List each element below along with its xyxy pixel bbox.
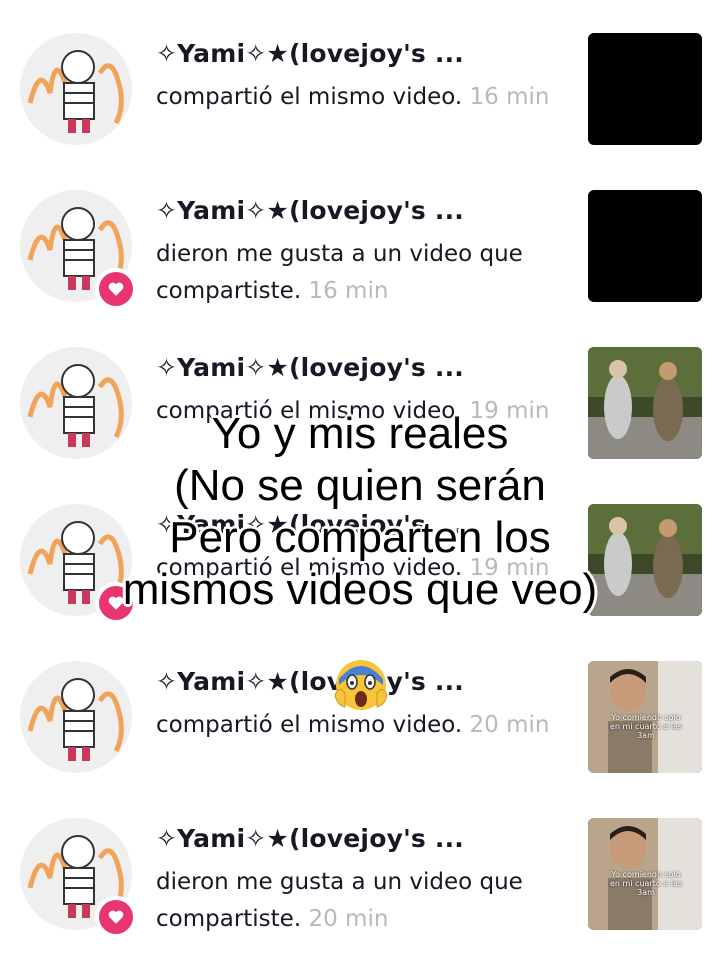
thumbnail-caption: Yo comiendo solo en mi cuarto a las 3am bbox=[609, 870, 683, 897]
caption-overlay: Yo y mis reales (No se quien serán Pero … bbox=[0, 408, 720, 616]
notification-row[interactable]: ✧Yami✧★(lovejoy's ... dieron me gusta a … bbox=[0, 190, 720, 340]
timestamp: 16 min bbox=[308, 278, 389, 304]
timestamp: 20 min bbox=[469, 712, 550, 738]
thumbnail-caption: Yo comiendo solo en mi cuarto a las 3am bbox=[609, 713, 683, 740]
video-thumbnail[interactable]: Yo comiendo solo en mi cuarto a las 3am bbox=[588, 818, 702, 930]
avatar[interactable] bbox=[20, 661, 132, 773]
overlay-line: Pero comparten los bbox=[169, 513, 551, 562]
username[interactable]: ✧Yami✧★(lovejoy's ... bbox=[156, 196, 576, 225]
username[interactable]: ✧Yami✧★(lovejoy's ... bbox=[156, 353, 576, 382]
notification-text: compartió el mismo video. 20 min bbox=[156, 712, 550, 738]
overlay-line: (No se quien serán bbox=[174, 461, 546, 510]
heart-badge bbox=[95, 268, 137, 310]
overlay-line: mismos videos que veo) bbox=[122, 565, 598, 614]
heart-icon bbox=[108, 910, 124, 924]
avatar-illustration bbox=[20, 33, 132, 145]
timestamp: 16 min bbox=[469, 84, 550, 110]
screaming-face-icon bbox=[334, 660, 388, 710]
username[interactable]: ✧Yami✧★(lovejoy's ... bbox=[156, 39, 576, 68]
notification-text: dieron me gusta a un video que compartis… bbox=[156, 241, 523, 304]
avatar-illustration bbox=[20, 661, 132, 773]
overlay-line: Yo y mis reales bbox=[211, 409, 509, 458]
video-thumbnail[interactable] bbox=[588, 190, 702, 302]
notification-row[interactable]: ✧Yami✧★(lovejoy's ... dieron me gusta a … bbox=[0, 818, 720, 968]
heart-icon bbox=[108, 282, 124, 296]
heart-badge bbox=[95, 896, 137, 938]
video-thumbnail[interactable] bbox=[588, 33, 702, 145]
video-thumbnail[interactable]: Yo comiendo solo en mi cuarto a las 3am bbox=[588, 661, 702, 773]
avatar[interactable] bbox=[20, 33, 132, 145]
username[interactable]: ✧Yami✧★(lovejoy's ... bbox=[156, 824, 576, 853]
timestamp: 20 min bbox=[308, 906, 389, 932]
notification-row[interactable]: ✧Yami✧★(lovejoy's ... compartió el mismo… bbox=[0, 33, 720, 183]
notification-text: compartió el mismo video. 16 min bbox=[156, 84, 550, 110]
notification-text: dieron me gusta a un video que compartis… bbox=[156, 869, 523, 932]
